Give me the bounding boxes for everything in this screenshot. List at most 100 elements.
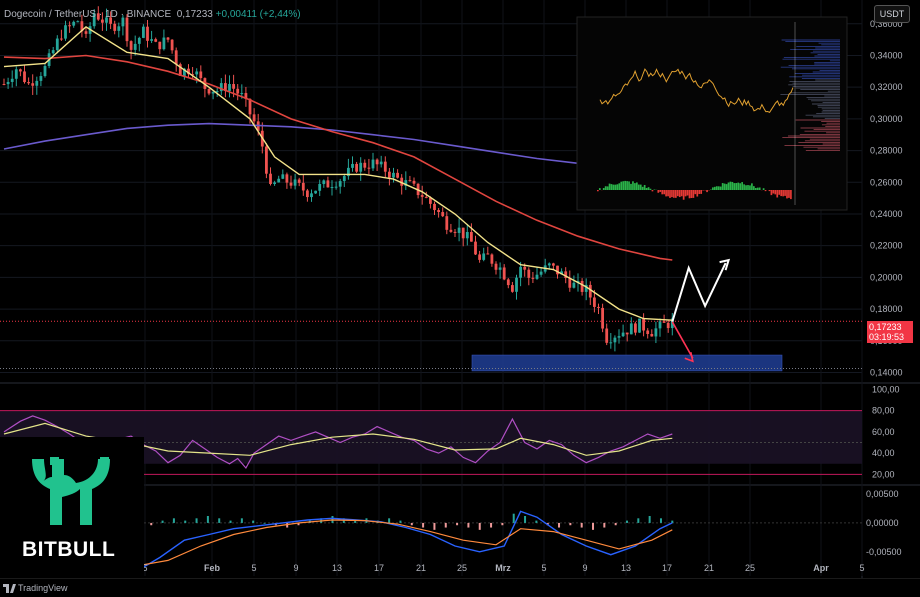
candle-body xyxy=(117,26,121,31)
candle-body xyxy=(252,114,256,122)
candle-body xyxy=(379,161,383,165)
x-tick-label: 17 xyxy=(662,563,672,573)
candle-body xyxy=(482,253,486,260)
candle-body xyxy=(453,231,457,233)
rsi-tick-label: 100,00 xyxy=(872,384,900,394)
inset-oscillator-bar xyxy=(712,187,714,190)
inset-oscillator-bar xyxy=(657,190,660,193)
candle-body xyxy=(158,41,162,50)
candle-body xyxy=(27,82,30,84)
inset-oscillator-bar xyxy=(678,190,681,198)
macd-histogram-bar xyxy=(433,522,436,530)
inset-oscillator-bar xyxy=(751,183,753,190)
candle-body xyxy=(51,50,55,54)
inset-oscillator-bar xyxy=(598,188,601,190)
inset-oscillator-bar xyxy=(597,190,599,192)
y-tick-label: 0,30000 xyxy=(870,114,903,124)
price-change: +0,00411 (+2,44%) xyxy=(215,9,301,20)
candle-body xyxy=(445,216,449,230)
y-tick-label: 0,26000 xyxy=(870,177,903,187)
inset-oscillator-bar xyxy=(735,183,738,190)
candle-body xyxy=(642,318,645,331)
macd-histogram-bar xyxy=(625,520,628,523)
bullish-scenario-arrow xyxy=(671,262,727,323)
macd-histogram-bar xyxy=(569,522,572,526)
candle-body xyxy=(150,39,153,41)
inset-chart-thumbnail xyxy=(576,16,848,211)
candle-body xyxy=(55,38,59,51)
chart-screenshot: { "header": {"symbol": "Dogecoin / Tethe… xyxy=(0,0,920,597)
x-tick-label: 25 xyxy=(457,563,467,573)
inset-oscillator-bar xyxy=(717,186,720,190)
candle-countdown: 03:19:53 xyxy=(869,332,905,342)
candle-body xyxy=(486,253,490,255)
candle-body xyxy=(470,232,473,242)
candle-body xyxy=(146,26,149,41)
candle-body xyxy=(338,181,342,187)
macd-histogram-bar xyxy=(456,522,459,526)
candle-body xyxy=(613,337,617,343)
candle-body xyxy=(248,98,252,115)
macd-histogram-bar xyxy=(263,522,266,524)
y-tick-label: 0,28000 xyxy=(870,146,903,156)
ema-long-line xyxy=(3,122,579,165)
inset-oscillator-bar xyxy=(790,190,792,200)
inset-oscillator-bar xyxy=(747,185,749,190)
candle-body xyxy=(195,71,199,75)
candle-body xyxy=(228,84,231,91)
candle-body xyxy=(72,21,76,26)
inset-oscillator-bar xyxy=(602,188,605,190)
symbol-name[interactable]: Dogecoin / TetherUS xyxy=(4,9,96,20)
x-tick-label: Mrz xyxy=(495,563,511,573)
macd-histogram-bar xyxy=(388,518,391,523)
current-price-value: 0,17233 xyxy=(869,322,902,332)
x-tick-label: 5 xyxy=(859,563,864,573)
candle-body xyxy=(68,25,71,27)
candle-body xyxy=(367,167,371,169)
candle-body xyxy=(420,195,424,197)
inset-oscillator-bar xyxy=(682,190,685,200)
inset-oscillator-bar xyxy=(680,190,683,197)
timeframe[interactable]: 1D xyxy=(105,9,118,20)
candle-body xyxy=(412,180,416,184)
candle-body xyxy=(490,254,494,264)
candle-body xyxy=(162,37,166,50)
x-tick-label: 5 xyxy=(251,563,256,573)
inset-oscillator-bar xyxy=(673,190,675,198)
macd-histogram-bar xyxy=(490,522,493,528)
ema-mid-line xyxy=(3,54,673,261)
candle-body xyxy=(240,93,244,95)
candle-body xyxy=(609,342,613,344)
currency-button[interactable]: USDT xyxy=(874,5,910,23)
inset-oscillator-bar xyxy=(608,183,611,190)
macd-histogram-bar xyxy=(184,520,187,523)
candle-body xyxy=(326,180,330,188)
candle-body xyxy=(531,277,535,279)
inset-oscillator-bar xyxy=(692,190,695,198)
inset-oscillator-bar xyxy=(782,190,784,197)
candle-body xyxy=(519,266,522,278)
inset-oscillator-bar xyxy=(776,190,779,198)
y-tick-label: 0,22000 xyxy=(870,241,903,251)
inset-oscillator-bar xyxy=(643,184,646,190)
x-tick-label: 25 xyxy=(745,563,755,573)
symbol-header[interactable]: Dogecoin / TetherUS · 1D · BINANCE 0,172… xyxy=(4,9,301,20)
candle-body xyxy=(310,193,313,198)
current-price-tag: 0,17233 03:19:53 xyxy=(867,321,913,343)
inset-oscillator-bar xyxy=(756,187,759,190)
candle-body xyxy=(601,307,604,329)
candle-body xyxy=(433,203,436,211)
rsi-tick-label: 80,00 xyxy=(872,406,895,416)
inset-oscillator-bar xyxy=(628,181,630,190)
inset-oscillator-bar xyxy=(780,190,782,197)
inset-oscillator-bar xyxy=(651,190,654,192)
candle-body xyxy=(297,179,301,183)
macd-histogram-bar xyxy=(580,522,583,528)
candle-body xyxy=(211,91,215,94)
candle-body xyxy=(101,19,104,23)
candle-body xyxy=(351,163,354,168)
inset-oscillator-bar xyxy=(610,184,613,190)
x-tick-label: 5 xyxy=(541,563,546,573)
candle-body xyxy=(273,182,276,184)
inset-oscillator-bar xyxy=(665,190,667,197)
